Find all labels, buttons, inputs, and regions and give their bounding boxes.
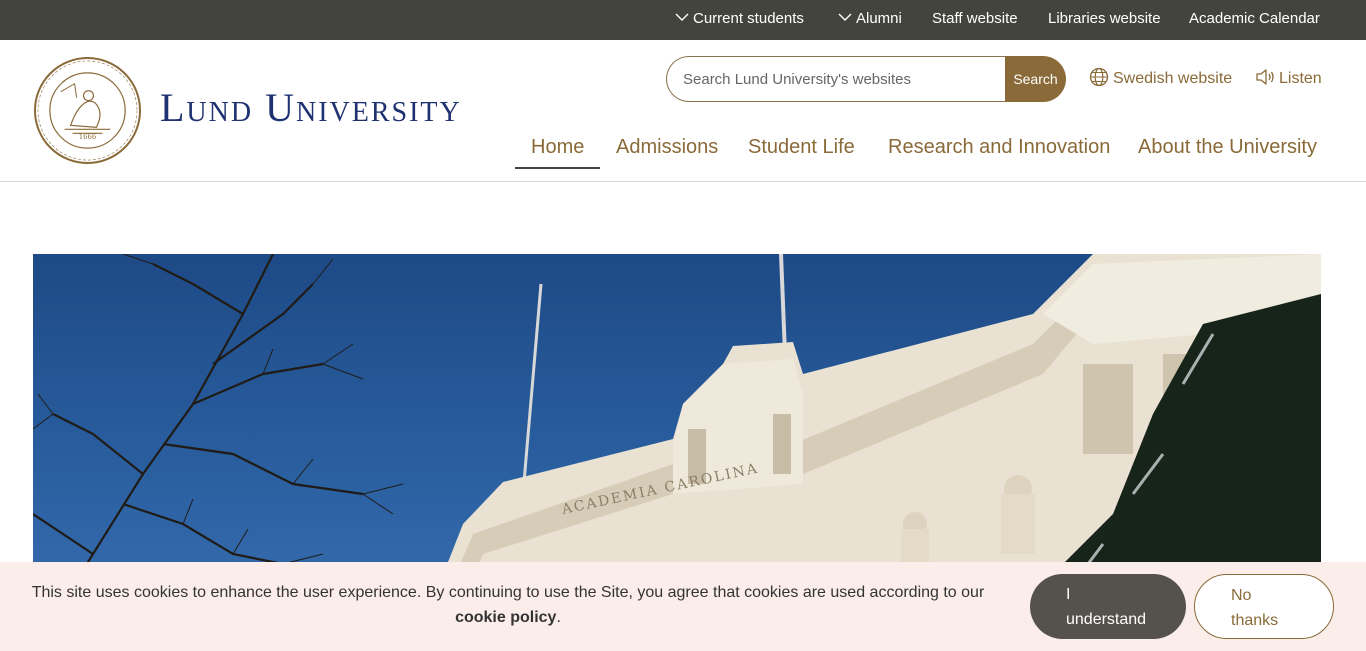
search-button[interactable]: Search — [1005, 56, 1066, 102]
cookie-policy-link[interactable]: cookie policy — [455, 609, 556, 626]
alumni-link[interactable]: Alumni — [838, 10, 902, 27]
nav-active-indicator — [515, 167, 600, 169]
listen-label: Listen — [1279, 70, 1322, 87]
chevron-down-icon — [675, 13, 689, 21]
cookie-accept-line2: understand — [1066, 611, 1147, 628]
search-input[interactable] — [666, 56, 1005, 102]
top-utility-bar: Current students Alumni Staff website Li… — [0, 0, 1366, 40]
cookie-period: . — [556, 609, 561, 626]
libraries-website-link[interactable]: Libraries website — [1048, 10, 1161, 27]
staff-website-link[interactable]: Staff website — [932, 10, 1018, 27]
cookie-accept-button[interactable]: I understand — [1030, 574, 1186, 639]
globe-icon — [1089, 67, 1109, 87]
university-seal-logo[interactable]: 1666 — [33, 56, 142, 165]
alumni-label: Alumni — [856, 10, 902, 27]
swedish-website-label: Swedish website — [1113, 70, 1233, 87]
nav-about-university[interactable]: About the University — [1138, 136, 1317, 159]
speaker-icon — [1256, 69, 1274, 85]
nav-admissions[interactable]: Admissions — [616, 136, 718, 159]
cookie-message: This site uses cookies to enhance the us… — [20, 580, 996, 630]
nav-student-life[interactable]: Student Life — [748, 136, 855, 159]
cookie-banner: This site uses cookies to enhance the us… — [0, 562, 1366, 651]
cookie-decline-button[interactable]: No thanks — [1194, 574, 1334, 639]
cookie-text: This site uses cookies to enhance the us… — [31, 584, 985, 601]
cookie-decline-line1: No — [1231, 587, 1252, 604]
site-header: 1666 Lund University Search Swedish webs… — [0, 40, 1366, 182]
cookie-decline-line2: thanks — [1231, 612, 1279, 629]
nav-research-innovation[interactable]: Research and Innovation — [888, 136, 1110, 159]
university-wordmark[interactable]: Lund University — [160, 88, 462, 128]
search-form: Search — [666, 56, 1066, 102]
chevron-down-icon — [838, 13, 852, 21]
current-students-link[interactable]: Current students — [675, 10, 804, 27]
cookie-accept-line1: I — [1066, 586, 1071, 603]
listen-button[interactable]: Listen — [1255, 67, 1322, 88]
swedish-website-link[interactable]: Swedish website — [1089, 67, 1232, 88]
academic-calendar-link[interactable]: Academic Calendar — [1189, 10, 1320, 27]
nav-home[interactable]: Home — [531, 136, 584, 159]
current-students-label: Current students — [693, 10, 804, 27]
svg-text:1666: 1666 — [79, 133, 97, 141]
